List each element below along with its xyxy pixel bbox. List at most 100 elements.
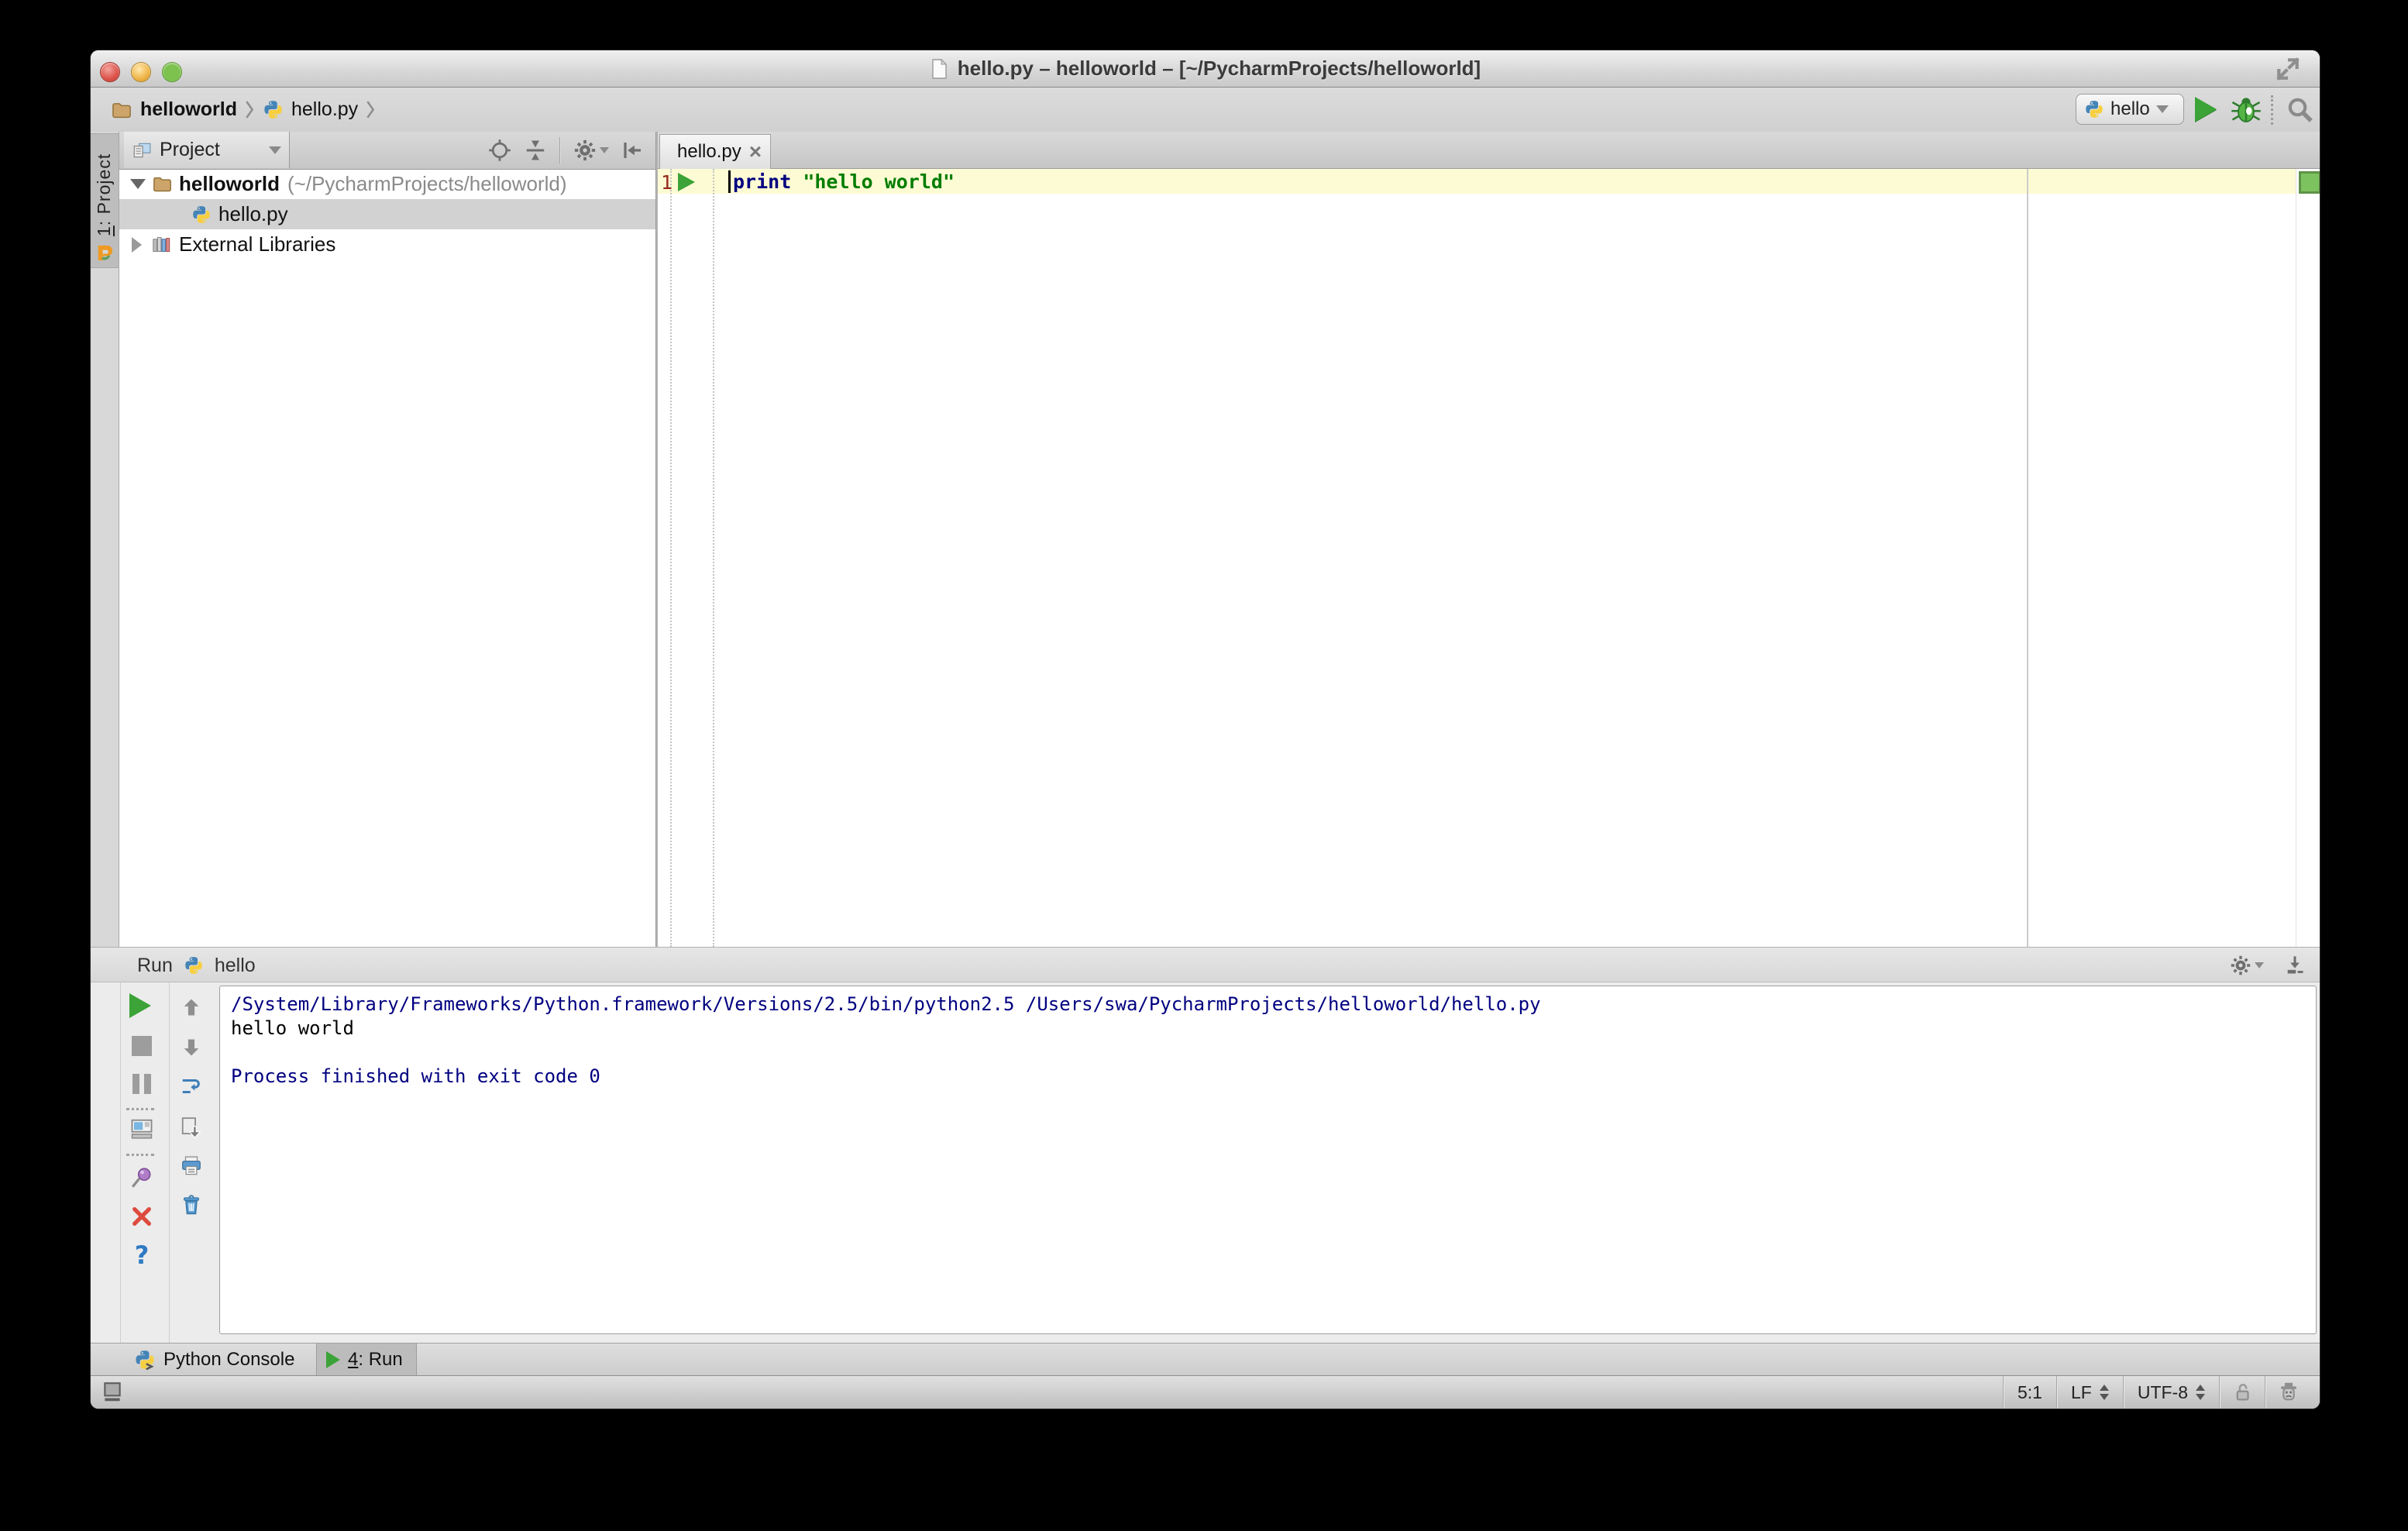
- expanded-arrow-icon[interactable]: [130, 179, 146, 189]
- toggle-toolwindows-icon[interactable]: [101, 1381, 124, 1404]
- project-view-select[interactable]: Project: [124, 132, 290, 168]
- tree-row-hello-py[interactable]: hello.py: [119, 199, 655, 229]
- collapse-all-icon[interactable]: [524, 139, 547, 162]
- stop-button[interactable]: [129, 1034, 154, 1058]
- run-panel-body: ? /System/Library/Frameworks/Python.fram…: [91, 982, 2320, 1343]
- show-console-button[interactable]: [129, 1116, 154, 1141]
- breadcrumb: helloworld hello.py: [111, 88, 376, 132]
- project-root-path: (~/PycharmProjects/helloworld): [287, 172, 567, 195]
- run-panel-header: Run hello: [91, 947, 2320, 982]
- external-libraries-label: External Libraries: [179, 232, 336, 256]
- text-cursor: [728, 170, 731, 193]
- pin-tab-button[interactable]: [129, 1165, 154, 1190]
- tab-label: hello.py: [677, 141, 741, 162]
- console-command-line: /System/Library/Frameworks/Python.framew…: [231, 993, 1541, 1015]
- code-string: "hello world": [803, 170, 955, 193]
- title-bar[interactable]: hello.py – helloworld – [~/PycharmProjec…: [91, 50, 2320, 88]
- libraries-icon: [153, 236, 170, 253]
- search-icon[interactable]: [2286, 96, 2314, 124]
- chevron-down-icon: [600, 147, 609, 153]
- gutter-separator: [713, 169, 714, 947]
- folder-icon: [112, 102, 131, 118]
- print-button[interactable]: [179, 1154, 204, 1178]
- run-panel-title: Run: [137, 954, 173, 976]
- clear-console-button[interactable]: [179, 1192, 204, 1217]
- line-separator-widget[interactable]: LF: [2055, 1376, 2123, 1409]
- console-output[interactable]: /System/Library/Frameworks/Python.framew…: [219, 986, 2317, 1334]
- gutter-separator: [670, 169, 672, 947]
- folder-icon: [153, 177, 171, 192]
- caret-position-widget[interactable]: 5:1: [2003, 1376, 2056, 1409]
- project-panel: Project helloworld (~/PycharmProjects/he…: [119, 132, 655, 947]
- updown-arrows-icon: [2099, 1385, 2109, 1400]
- pycharm-logo-icon: [98, 245, 113, 261]
- hide-panel-icon[interactable]: [621, 139, 645, 162]
- up-stacktrace-button[interactable]: [179, 995, 204, 1020]
- python-console-icon: [136, 1350, 154, 1370]
- toolbar-divider: [169, 982, 170, 1343]
- chevron-down-icon: [2255, 962, 2264, 968]
- console-text: /System/Library/Frameworks/Python.framew…: [231, 993, 1541, 1089]
- readonly-lock-widget[interactable]: [2219, 1376, 2265, 1409]
- error-stripe[interactable]: [2296, 169, 2320, 947]
- toolbar-separator: [126, 1154, 154, 1156]
- toolbar-divider: [120, 982, 121, 1343]
- run-tool-window-button[interactable]: 4: Run: [316, 1343, 417, 1375]
- close-tab-icon[interactable]: ×: [749, 141, 762, 163]
- unlock-icon: [2236, 1384, 2249, 1401]
- pause-output-button[interactable]: [129, 1072, 154, 1096]
- breadcrumb-item-project[interactable]: helloworld: [140, 98, 237, 121]
- rerun-button[interactable]: [128, 993, 153, 1018]
- scroll-to-end-button[interactable]: [179, 1115, 204, 1140]
- tab-hello-py[interactable]: hello.py ×: [659, 134, 771, 169]
- inspector-face-icon: [2281, 1382, 2296, 1401]
- highlighting-level-widget[interactable]: [2265, 1376, 2312, 1409]
- breadcrumb-separator-icon: [366, 101, 375, 119]
- run-configuration-select[interactable]: hello: [2076, 94, 2184, 125]
- soft-wrap-button[interactable]: [179, 1074, 204, 1099]
- project-view-icon: [133, 143, 151, 157]
- status-bar: 5:1 LF UTF-8: [91, 1375, 2320, 1409]
- run-icon: [326, 1350, 340, 1368]
- chevron-down-icon: [2155, 105, 2169, 113]
- project-tool-window-label: 1: Project: [94, 153, 114, 236]
- project-tool-window-button[interactable]: 1: Project: [91, 133, 119, 268]
- editor-area[interactable]: 1 print "hello world": [658, 169, 2320, 947]
- chevron-down-icon: [269, 146, 281, 154]
- document-icon: [932, 58, 947, 79]
- console-exit-line: Process finished with exit code 0: [231, 1065, 600, 1087]
- project-panel-header: Project: [119, 132, 655, 170]
- scroll-to-source-icon[interactable]: [488, 139, 511, 162]
- toolbar-separator: [2271, 95, 2273, 125]
- run-line-marker-icon[interactable]: [678, 173, 695, 191]
- toolbar-separator: [559, 137, 561, 163]
- dock-panel-icon[interactable]: [2284, 955, 2306, 976]
- tool-window-bar: Python Console 4: Run: [91, 1343, 2320, 1375]
- run-button[interactable]: [2195, 97, 2217, 122]
- toolbar-separator: [126, 1108, 154, 1110]
- collapsed-arrow-icon[interactable]: [132, 236, 142, 253]
- down-stacktrace-button[interactable]: [179, 1035, 204, 1060]
- run-configuration-name: hello: [2110, 98, 2150, 119]
- tree-row-external-libraries[interactable]: External Libraries: [119, 229, 655, 260]
- breadcrumb-separator-icon: [246, 101, 254, 119]
- python-console-button[interactable]: Python Console: [134, 1343, 294, 1375]
- help-button[interactable]: ?: [129, 1240, 154, 1270]
- tree-row-project-root[interactable]: helloworld (~/PycharmProjects/helloworld…: [119, 169, 655, 199]
- breadcrumb-item-file[interactable]: hello.py: [291, 98, 358, 121]
- run-settings-button[interactable]: [2230, 955, 2264, 976]
- file-label: hello.py: [218, 202, 288, 225]
- run-config-name: hello: [214, 954, 256, 976]
- settings-button[interactable]: [573, 139, 609, 162]
- navigation-bar: helloworld hello.py hello: [91, 88, 2320, 132]
- python-icon: [264, 101, 282, 119]
- close-panel-button[interactable]: [129, 1204, 154, 1229]
- inspection-ok-indicator[interactable]: [2299, 171, 2320, 194]
- encoding-widget[interactable]: UTF-8: [2122, 1376, 2219, 1409]
- updown-arrows-icon: [2196, 1385, 2205, 1400]
- resize-icon[interactable]: [2275, 56, 2301, 82]
- pycharm-window: hello.py – helloworld – [~/PycharmProjec…: [91, 50, 2320, 1409]
- debug-button[interactable]: [2231, 95, 2262, 126]
- console-stdout-line: hello world: [231, 1017, 354, 1039]
